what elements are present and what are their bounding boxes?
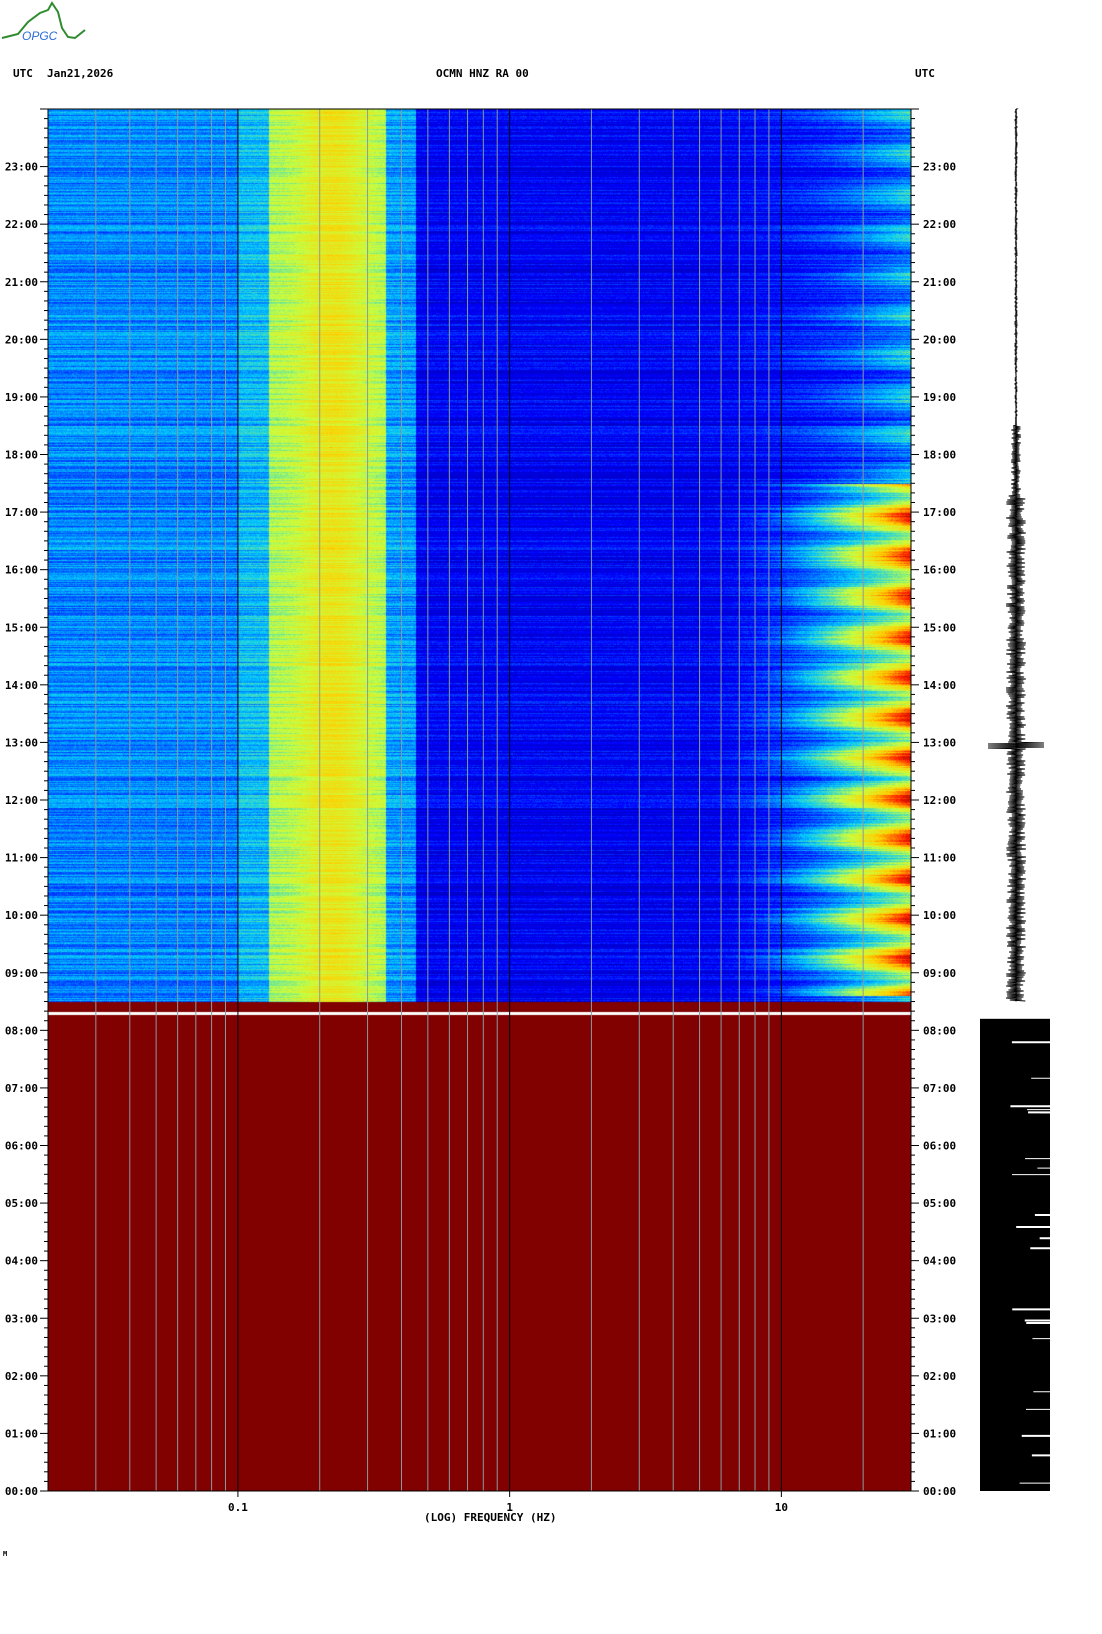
y-tick-label-left: 00:00 xyxy=(5,1485,38,1498)
y-tick-label-right: 07:00 xyxy=(923,1082,956,1095)
y-tick-label-left: 23:00 xyxy=(5,161,38,174)
y-tick-label-left: 18:00 xyxy=(5,449,38,462)
spectrogram-page: OPGC UTC Jan21,2026 OCMN HNZ RA 00 UTC 0… xyxy=(0,0,1102,1634)
y-tick-label-right: 08:00 xyxy=(923,1024,956,1037)
y-tick-label-right: 22:00 xyxy=(923,218,956,231)
y-tick-label-left: 11:00 xyxy=(5,852,38,865)
y-tick-label-right: 23:00 xyxy=(923,161,956,174)
y-tick-label-left: 17:00 xyxy=(5,506,38,519)
y-tick-label-right: 09:00 xyxy=(923,967,956,980)
y-tick-label-left: 15:00 xyxy=(5,621,38,634)
y-tick-label-left: 12:00 xyxy=(5,794,38,807)
y-tick-label-right: 12:00 xyxy=(923,794,956,807)
x-axis-label: (LOG) FREQUENCY (HZ) xyxy=(424,1511,557,1524)
y-tick-label-right: 02:00 xyxy=(923,1370,956,1383)
chart-axes: 0.1 1 1000:00 00:0001:00 01:0002:00 02:0003:0… xyxy=(5,108,1050,1514)
y-tick-label-left: 14:00 xyxy=(5,679,38,692)
y-tick-label-right: 00:00 xyxy=(923,1485,956,1498)
y-tick-label-left: 07:00 xyxy=(5,1082,38,1095)
y-tick-label-left: 10:00 xyxy=(5,909,38,922)
y-tick-label-left: 08:00 xyxy=(5,1024,38,1037)
y-tick-label-left: 20:00 xyxy=(5,333,38,346)
y-tick-label-left: 02:00 xyxy=(5,1370,38,1383)
y-tick-label-left: 13:00 xyxy=(5,736,38,749)
y-tick-label-right: 15:00 xyxy=(923,621,956,634)
footer-mark: M xyxy=(3,1550,8,1558)
y-tick-label-right: 06:00 xyxy=(923,1140,956,1153)
y-tick-label-left: 22:00 xyxy=(5,218,38,231)
y-tick-label-right: 03:00 xyxy=(923,1312,956,1325)
x-tick-label: 10 xyxy=(775,1501,788,1514)
y-tick-label-right: 20:00 xyxy=(923,333,956,346)
y-tick-label-left: 09:00 xyxy=(5,967,38,980)
y-tick-label-left: 04:00 xyxy=(5,1255,38,1268)
y-tick-label-left: 06:00 xyxy=(5,1140,38,1153)
x-tick-label: 0.1 xyxy=(228,1501,248,1514)
y-tick-label-right: 13:00 xyxy=(923,736,956,749)
y-tick-label-right: 05:00 xyxy=(923,1197,956,1210)
y-tick-label-right: 21:00 xyxy=(923,276,956,289)
y-tick-label-left: 03:00 xyxy=(5,1312,38,1325)
seismogram-saturated-block xyxy=(980,1018,1050,1491)
y-tick-label-left: 19:00 xyxy=(5,391,38,404)
y-tick-label-right: 01:00 xyxy=(923,1427,956,1440)
y-tick-label-right: 17:00 xyxy=(923,506,956,519)
y-tick-label-right: 10:00 xyxy=(923,909,956,922)
seismogram-trace xyxy=(987,108,1045,1002)
y-tick-label-right: 04:00 xyxy=(923,1255,956,1268)
y-tick-label-left: 16:00 xyxy=(5,564,38,577)
y-tick-label-right: 16:00 xyxy=(923,564,956,577)
y-tick-label-right: 11:00 xyxy=(923,852,956,865)
y-tick-label-left: 05:00 xyxy=(5,1197,38,1210)
y-tick-label-right: 18:00 xyxy=(923,449,956,462)
y-tick-label-left: 01:00 xyxy=(5,1427,38,1440)
y-tick-label-left: 21:00 xyxy=(5,276,38,289)
y-tick-label-right: 14:00 xyxy=(923,679,956,692)
y-tick-label-right: 19:00 xyxy=(923,391,956,404)
